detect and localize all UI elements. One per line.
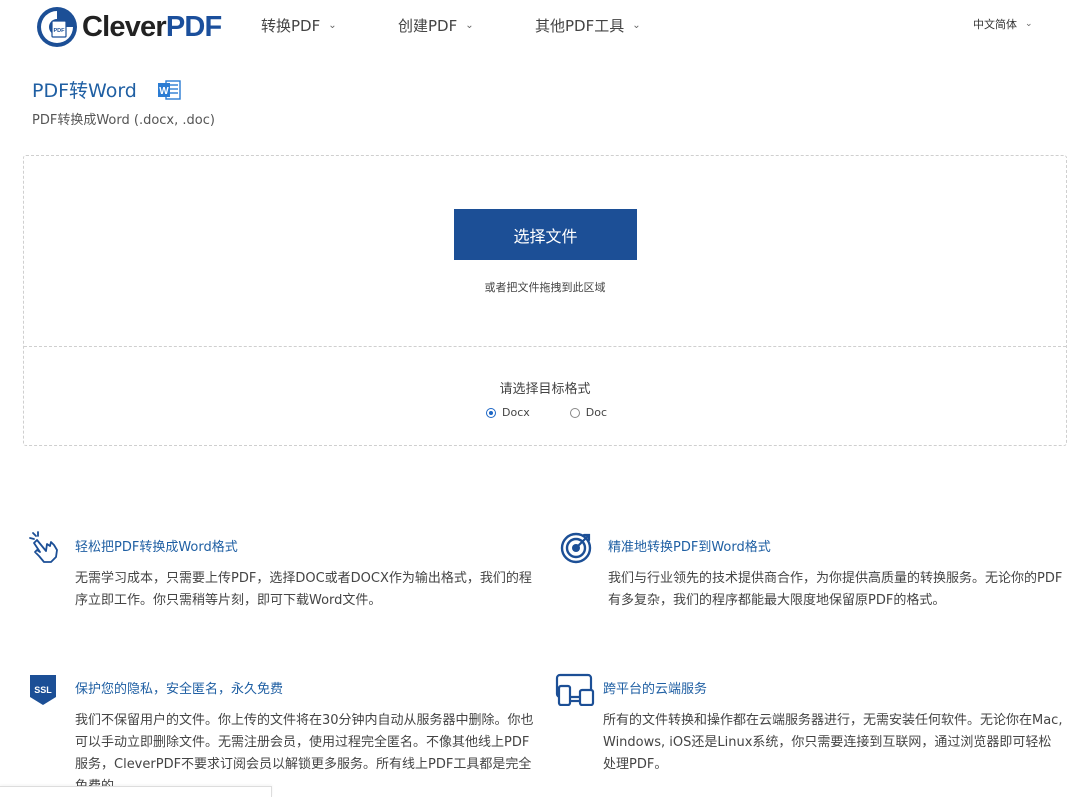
feature-title: 保护您的隐私，安全匿名，永久免费 [75, 682, 284, 697]
feature-title: 精准地转换PDF到Word格式 [608, 540, 771, 555]
format-radio-doc[interactable]: Doc [569, 406, 608, 419]
feature-body: 无需学习成本，只需要上传PDF，选择DOC或者DOCX作为输出格式，我们的程序立… [75, 571, 532, 608]
logo-text: CleverPDF [82, 10, 222, 44]
ssl-icon-text: SSL [34, 685, 52, 695]
chevron-down-icon: ⌄ [328, 20, 337, 31]
nav-other-pdf-tools[interactable]: 其他PDF工具 ⌄ [535, 15, 641, 36]
logo-mark-text: PDF [54, 28, 66, 34]
feature-title: 跨平台的云端服务 [603, 682, 708, 697]
target-icon [560, 532, 592, 564]
target-format-label: 请选择目标格式 [499, 382, 591, 397]
chevron-down-icon: ⌄ [632, 20, 641, 31]
cleverpdf-logo-icon: PDF [37, 7, 77, 47]
language-selector[interactable]: 中文简体 ⌄ [973, 16, 1033, 32]
page-title-text: PDF转Word [32, 80, 137, 102]
format-radio-docx[interactable]: Docx [486, 406, 530, 419]
language-label: 中文简体 [973, 18, 1017, 31]
radio-label: Docx [502, 406, 530, 419]
choose-file-button[interactable]: 选择文件 [454, 209, 637, 260]
format-radio-group: Docx Doc [486, 406, 647, 419]
chevron-down-icon: ⌄ [1025, 19, 1033, 29]
word-icon: W [157, 79, 181, 100]
upload-dropzone[interactable]: 选择文件 或者把文件拖拽到此区域 请选择目标格式 Docx Doc [23, 155, 1067, 446]
chevron-down-icon: ⌄ [465, 20, 474, 31]
upload-top-area: 选择文件 或者把文件拖拽到此区域 [24, 156, 1066, 347]
feature-body: 所有的文件转换和操作都在云端服务器进行，无需安装任何软件。无论你在Mac, Wi… [603, 713, 1063, 772]
radio-unchecked-icon[interactable] [569, 407, 580, 418]
nav-label: 其他PDF工具 [535, 17, 625, 35]
page-subtitle: PDF转换成Word (.docx, .doc) [32, 113, 215, 128]
drop-hint: 或者把文件拖拽到此区域 [484, 281, 606, 294]
ssl-shield-icon: SSL [30, 675, 56, 705]
devices-icon [555, 673, 595, 706]
nav-label: 创建PDF [398, 17, 458, 35]
feature-body: 我们与行业领先的技术提供商合作，为你提供高质量的转换服务。无论你的PDF有多复杂… [608, 571, 1063, 608]
nav-label: 转换PDF [261, 17, 321, 35]
pointer-hand-icon [29, 531, 58, 563]
nav-convert-pdf[interactable]: 转换PDF ⌄ [261, 15, 337, 36]
page-title: PDF转Word W [32, 76, 181, 103]
nav-create-pdf[interactable]: 创建PDF ⌄ [398, 15, 474, 36]
logo-text-suffix: PDF [165, 10, 222, 43]
word-icon-letter: W [159, 86, 169, 97]
bottom-overlay-bar [0, 786, 272, 797]
top-header: PDF CleverPDF 转换PDF ⌄ 创建PDF ⌄ 其他PDF工具 ⌄ … [0, 0, 1080, 54]
feature-title: 轻松把PDF转换成Word格式 [75, 540, 238, 555]
cleverpdf-logo[interactable]: PDF CleverPDF [36, 6, 222, 48]
feature-body: 我们不保留用户的文件。你上传的文件将在30分钟内自动从服务器中删除。你也可以手动… [75, 713, 534, 794]
radio-checked-icon[interactable] [486, 407, 496, 418]
logo-text-prefix: Clever [82, 10, 167, 43]
radio-label: Doc [585, 406, 608, 419]
